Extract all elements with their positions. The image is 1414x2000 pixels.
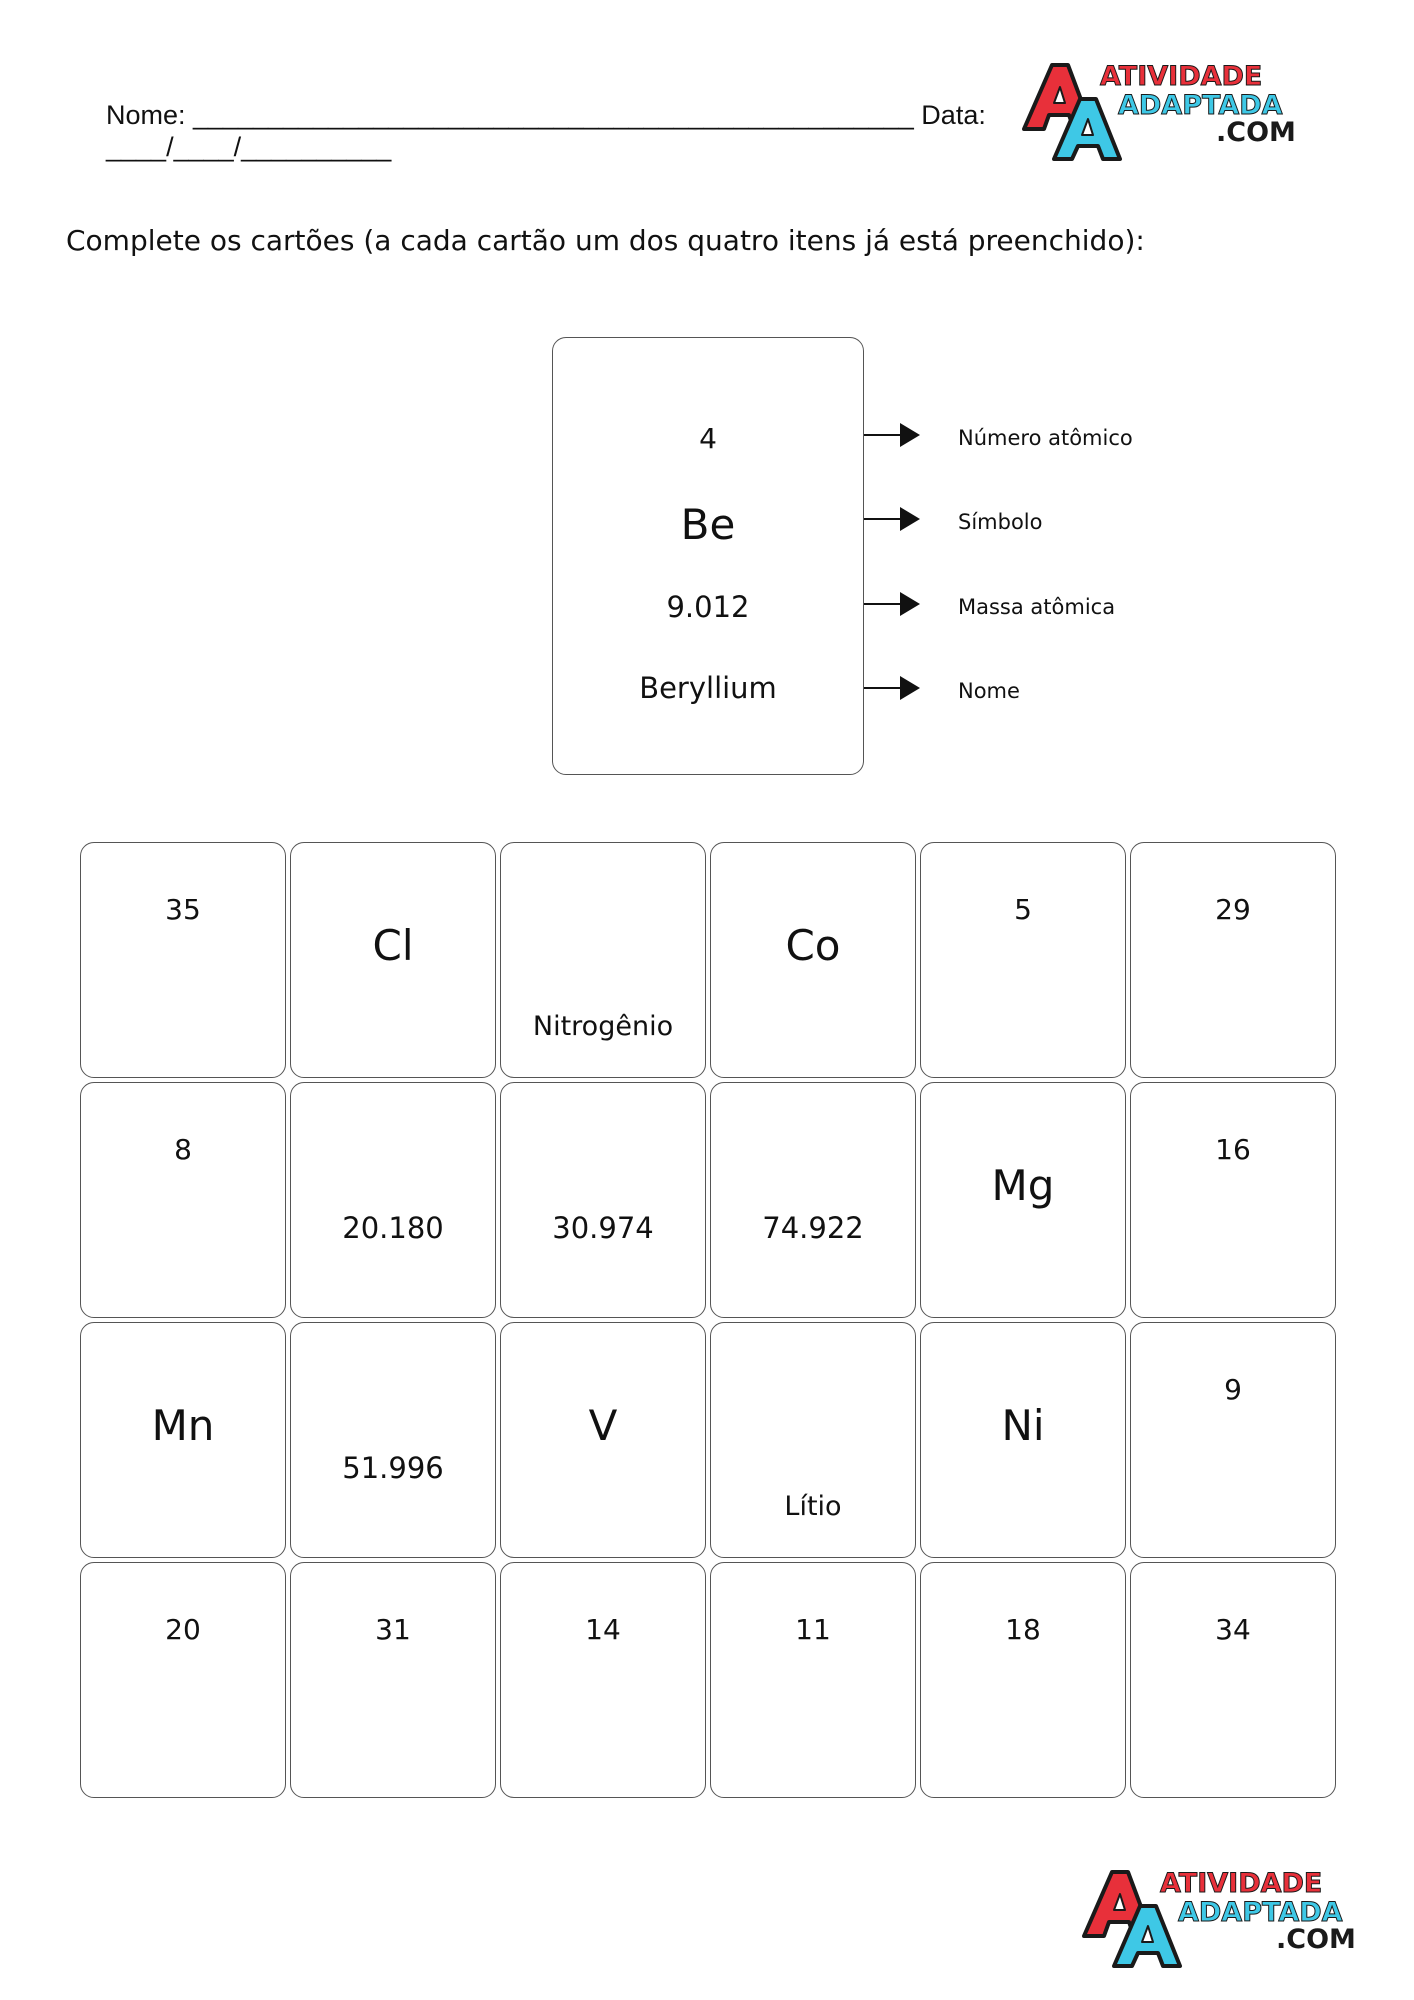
element-card: Cl (290, 842, 496, 1078)
example-atomic-number: 4 (699, 422, 717, 455)
svg-text:.COM: .COM (1216, 117, 1296, 148)
arrow-right-icon (864, 592, 920, 616)
card-element-name: Lítio (784, 1491, 842, 1522)
element-card: 16 (1130, 1082, 1336, 1318)
card-symbol: Mg (991, 1161, 1055, 1210)
label-atomic-mass: Massa atômica (958, 595, 1116, 619)
element-card: 30.974 (500, 1082, 706, 1318)
card-atomic-mass: 74.922 (762, 1211, 864, 1245)
example-element-card: 4 Be 9.012 Beryllium (552, 337, 864, 775)
example-symbol: Be (680, 500, 736, 549)
card-symbol: Co (785, 921, 841, 970)
svg-text:.COM: .COM (1276, 1924, 1356, 1955)
card-element-name: Nitrogênio (532, 1011, 674, 1042)
element-card: V (500, 1322, 706, 1558)
svg-text:ATIVIDADE: ATIVIDADE (1100, 61, 1262, 92)
element-card: 51.996 (290, 1322, 496, 1558)
card-atomic-number: 35 (165, 893, 201, 926)
example-element-name: Beryllium (639, 671, 777, 705)
element-card: 31 (290, 1562, 496, 1798)
card-atomic-mass: 20.180 (342, 1211, 444, 1245)
card-atomic-number: 14 (585, 1613, 621, 1646)
element-card: Ni (920, 1322, 1126, 1558)
element-card: 74.922 (710, 1082, 916, 1318)
element-card: 11 (710, 1562, 916, 1798)
element-card: Co (710, 842, 916, 1078)
element-card: 8 (80, 1082, 286, 1318)
card-atomic-number: 11 (795, 1613, 831, 1646)
arrow-right-icon (864, 676, 920, 700)
element-card-grid: 35 Cl Nitrogênio Co 5 29 8 20.180 30.974 74.922 Mg… (80, 842, 1336, 1798)
element-card: Nitrogênio (500, 842, 706, 1078)
card-atomic-number: 16 (1215, 1133, 1251, 1166)
card-symbol: V (588, 1401, 618, 1450)
site-logo: ATIVIDADE ADAPTADA .COM (1080, 1862, 1380, 1976)
card-symbol: Ni (1001, 1401, 1045, 1450)
instruction-text: Complete os cartões (a cada cartão um do… (66, 224, 1145, 257)
element-card: 20.180 (290, 1082, 496, 1318)
name-date-line: Nome: __________________________________… (106, 100, 986, 130)
element-card: 29 (1130, 842, 1336, 1078)
element-card: Lítio (710, 1322, 916, 1558)
card-atomic-number: 34 (1215, 1613, 1251, 1646)
date-blank-line: ____/____/__________ (106, 132, 392, 162)
arrow-right-icon (864, 507, 920, 531)
element-card: 18 (920, 1562, 1126, 1798)
element-card: 9 (1130, 1322, 1336, 1558)
card-atomic-mass: 30.974 (552, 1211, 654, 1245)
element-card: 35 (80, 842, 286, 1078)
card-atomic-mass: 51.996 (342, 1451, 444, 1485)
card-atomic-number: 20 (165, 1613, 201, 1646)
card-symbol: Cl (372, 921, 414, 970)
label-atomic-number: Número atômico (958, 426, 1133, 450)
card-atomic-number: 31 (375, 1613, 411, 1646)
card-atomic-number: 18 (1005, 1613, 1041, 1646)
label-name: Nome (958, 679, 1020, 703)
card-atomic-number: 29 (1215, 893, 1251, 926)
element-card: 5 (920, 842, 1126, 1078)
element-card: 34 (1130, 1562, 1336, 1798)
card-atomic-number: 9 (1224, 1373, 1242, 1406)
element-card: 20 (80, 1562, 286, 1798)
card-atomic-number: 5 (1014, 893, 1032, 926)
card-symbol: Mn (151, 1401, 215, 1450)
arrow-right-icon (864, 423, 920, 447)
element-card: Mn (80, 1322, 286, 1558)
svg-text:ATIVIDADE: ATIVIDADE (1160, 1868, 1322, 1899)
card-atomic-number: 8 (174, 1133, 192, 1166)
site-logo: ATIVIDADE ADAPTADA .COM (1020, 55, 1320, 169)
example-atomic-mass: 9.012 (666, 590, 750, 624)
element-card: 14 (500, 1562, 706, 1798)
label-symbol: Símbolo (958, 510, 1043, 534)
element-card: Mg (920, 1082, 1126, 1318)
